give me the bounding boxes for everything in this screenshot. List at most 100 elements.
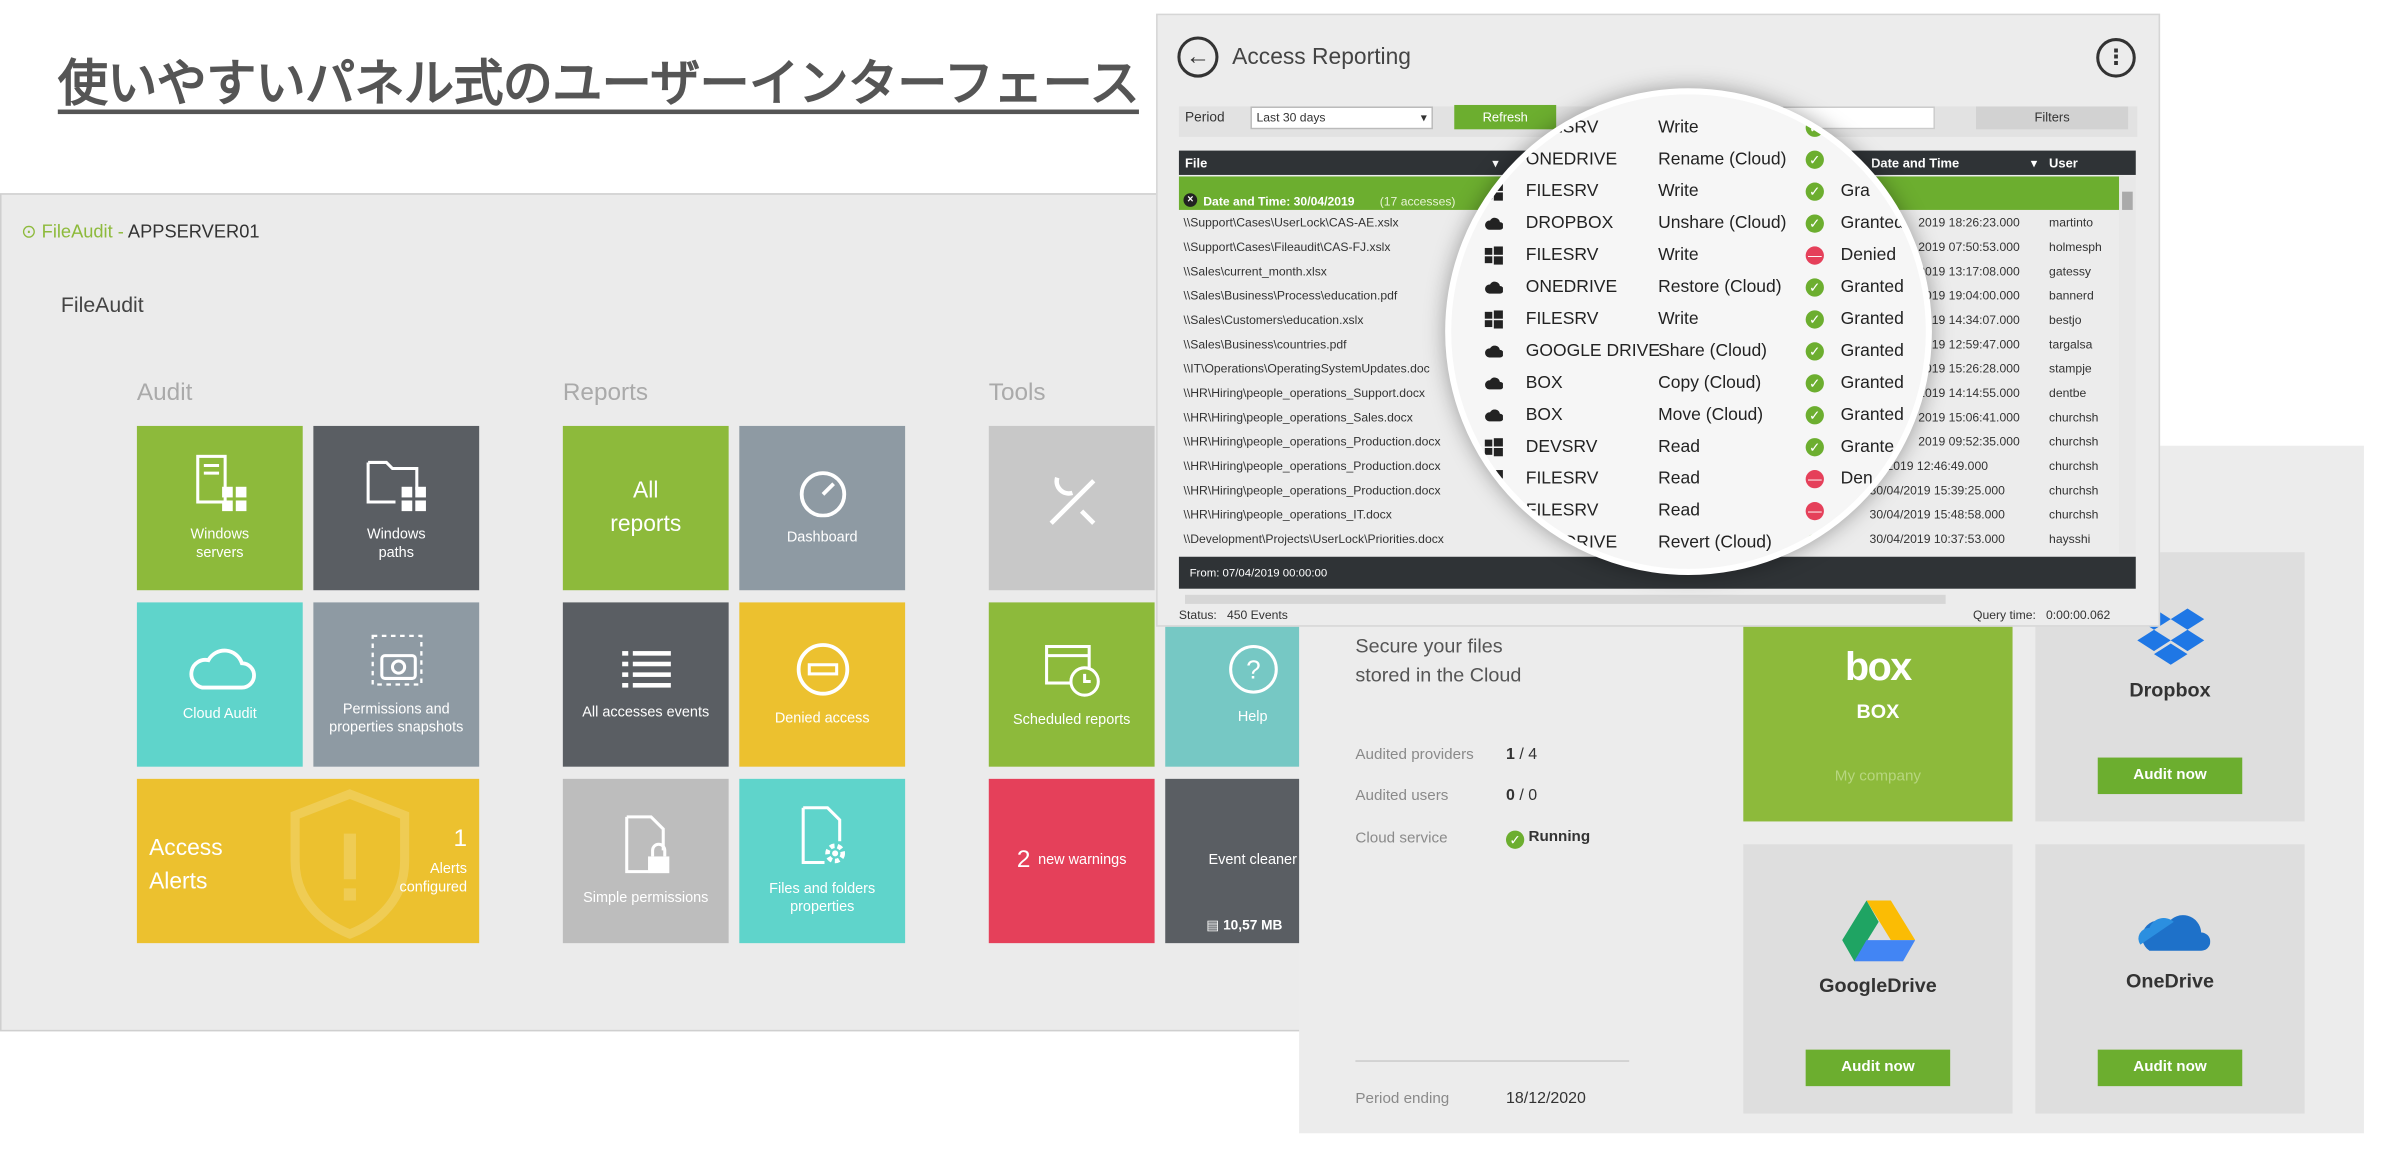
server-name: FILESRV — [1525, 501, 1599, 521]
providers-total: / 4 — [1514, 745, 1538, 764]
table-row[interactable]: \\HR\Hiring\people_operations_Support.do… — [1183, 386, 1425, 400]
tile-denied-access[interactable]: Denied access — [739, 602, 906, 767]
server-name: GOOGLE DRIVE — [1525, 342, 1660, 361]
granted-check-icon: ✓ — [1805, 342, 1824, 361]
more-options-icon[interactable]: ⋮ — [2096, 38, 2136, 78]
horizontal-scrollbar[interactable] — [1185, 594, 1946, 604]
magnified-row[interactable]: DROPBOX Unshare (Cloud) ✓ Granted — [1451, 210, 1926, 242]
table-row[interactable]: \\HR\Hiring\people_operations_Production… — [1183, 459, 1440, 473]
magnified-row[interactable]: FILESRV Write ✓ Gra — [1451, 178, 1926, 210]
filters-button[interactable]: Filters — [1976, 106, 2129, 130]
google-drive-icon — [1841, 900, 1915, 962]
table-row[interactable]: \\Sales\Customers\education.xslx — [1183, 313, 1363, 327]
access-status: Granted — [1840, 374, 1904, 393]
magnified-row[interactable]: FILESRV Write ✓ Granted — [1451, 306, 1926, 338]
file-path: \\HR\Hiring\people_operations_Sales.docx — [1183, 410, 1413, 425]
access-status: Grante — [1840, 438, 1895, 457]
granted-check-icon: ✓ — [1805, 278, 1824, 297]
table-row[interactable]: \\Support\Cases\Fileaudit\CAS-FJ.xslx — [1183, 240, 1390, 254]
tile-label: Files and folders properties — [769, 880, 876, 916]
tile-permissions-snapshots[interactable]: Permissions and properties snapshots — [313, 602, 480, 767]
tile-dashboard[interactable]: Dashboard — [739, 425, 906, 591]
tile-windows-paths[interactable]: Windows paths — [313, 425, 480, 591]
table-row[interactable]: \\HR\Hiring\people_operations_Sales.docx — [1183, 411, 1412, 425]
query-value: 0:00:00.062 — [2046, 608, 2111, 623]
period-select[interactable]: Last 30 days ▾ — [1250, 106, 1433, 130]
users-value: 0 — [1505, 786, 1515, 805]
magnified-row[interactable]: ONEDRIVE Revert (Cloud) ✓ — [1451, 529, 1926, 561]
dropbox-audit-button[interactable]: Audit now — [2097, 757, 2243, 795]
table-row[interactable]: \\Sales\Business\Process\education.pdf — [1183, 289, 1397, 303]
row-date: 2019 15:26:28.000 — [1918, 362, 2020, 376]
box-logo-icon: box — [1845, 643, 1912, 690]
table-row[interactable]: \\HR\Hiring\people_operations_Production… — [1183, 484, 1440, 498]
magnified-row[interactable]: BOX Copy (Cloud) ✓ Granted — [1451, 370, 1926, 402]
server-name: BOX — [1525, 374, 1563, 393]
row-date: 2019 18:26:23.000 — [1918, 216, 2020, 230]
tile-all-accesses[interactable]: All accesses events — [562, 602, 729, 767]
granted-check-icon: ✓ — [1805, 214, 1824, 233]
table-row[interactable]: \\Support\Cases\UserLock\CAS-AE.xslx — [1183, 216, 1398, 230]
magnified-row[interactable]: ONEDRIVE Restore (Cloud) ✓ Granted — [1451, 274, 1926, 306]
row-user: churchsh — [2049, 459, 2099, 474]
tile-windows-servers[interactable]: Windows servers — [136, 425, 303, 591]
tile-files-folders[interactable]: Files and folders properties — [739, 778, 906, 944]
access-status: Denied — [1840, 246, 1897, 265]
cleaner-size-value: 10,57 MB — [1223, 917, 1283, 933]
windows-icon — [1484, 533, 1503, 557]
magnified-row[interactable]: FILESRV Read — Den — [1451, 465, 1926, 497]
tile-tools[interactable] — [988, 425, 1155, 591]
magnified-row[interactable]: ONEDRIVE Rename (Cloud) ✓ — [1451, 146, 1926, 178]
magnified-row[interactable]: FILESRV Write ✓ — [1451, 114, 1926, 146]
file-path: \\HR\Hiring\people_operations_IT.docx — [1183, 508, 1392, 522]
table-row[interactable]: \\Sales\current_month.xlsx — [1183, 265, 1326, 279]
onedrive-audit-button[interactable]: Audit now — [2097, 1049, 2243, 1087]
section-reports: Reports — [562, 380, 649, 407]
table-row[interactable]: \\Development\Projects\UserLock\Prioriti… — [1183, 532, 1443, 546]
action-name: Write — [1658, 310, 1699, 329]
tile-scheduled-reports[interactable]: Scheduled reports — [988, 602, 1155, 767]
googledrive-audit-button[interactable]: Audit now — [1805, 1049, 1951, 1087]
server-name: FILESRV — [1525, 118, 1599, 137]
access-status: Granted — [1840, 406, 1904, 425]
tile-label: Denied access — [774, 710, 870, 728]
file-path: \\Support\Cases\UserLock\CAS-AE.xslx — [1183, 216, 1399, 230]
server-name: DROPBOX — [1525, 214, 1614, 233]
col-file[interactable]: File — [1185, 155, 1207, 170]
tile-new-warnings[interactable]: 2 new warnings — [988, 778, 1155, 944]
period-ending-label: Period ending — [1355, 1090, 1450, 1108]
tools-icon — [1048, 476, 1095, 525]
granted-check-icon: ✓ — [1805, 310, 1824, 329]
table-row[interactable]: \\Sales\Business\countries.pdf — [1183, 338, 1346, 352]
magnified-row[interactable]: FILESRV Read — — [1451, 497, 1926, 529]
magnified-row[interactable]: BOX Move (Cloud) ✓ Granted — [1451, 402, 1926, 434]
server-name: ONEDRIVE — [1525, 278, 1618, 297]
googledrive-tile[interactable]: GoogleDrive Audit now — [1743, 844, 2013, 1114]
col-user[interactable]: User — [2049, 155, 2078, 170]
collapse-icon[interactable]: × — [1183, 193, 1198, 207]
tile-access-alerts[interactable]: Access Alerts 1 Alerts configured — [136, 778, 480, 944]
row-date: 2019 09:52:35.000 — [1918, 435, 2020, 449]
row-date: 2019 14:34:07.000 — [1918, 313, 2020, 328]
onedrive-tile[interactable]: OneDrive Audit now — [2035, 844, 2305, 1114]
action-name: Rename (Cloud) — [1658, 150, 1787, 169]
table-row[interactable]: \\HR\Hiring\people_operations_Production… — [1183, 435, 1440, 449]
table-row[interactable]: \\HR\Hiring\people_operations_IT.docx — [1183, 508, 1391, 522]
row-date: 2019 13:17:08.000 — [1918, 264, 2020, 279]
windows-icon — [1484, 246, 1503, 269]
magnified-row[interactable]: GOOGLE DRIVE Share (Cloud) ✓ Granted — [1451, 338, 1926, 370]
denied-icon: — — [1805, 470, 1824, 489]
dashboard-gauge-icon — [799, 471, 846, 518]
tile-simple-permissions[interactable]: Simple permissions — [562, 778, 729, 944]
table-row[interactable]: \\IT\Operations\OperatingSystemUpdates.d… — [1183, 362, 1429, 376]
back-arrow-icon[interactable]: ← — [1177, 36, 1219, 78]
magnified-row[interactable]: DEVSRV Read ✓ Grante — [1451, 434, 1926, 466]
granted-check-icon: ✓ — [1805, 533, 1824, 553]
alerts-caption: Alerts configured — [399, 860, 468, 896]
tile-all-reports[interactable]: All reports — [562, 425, 729, 591]
access-status: Granted — [1840, 342, 1904, 361]
check-icon: ✓ — [1505, 830, 1525, 849]
magnified-row[interactable]: FILESRV Write — Denied — [1451, 242, 1926, 274]
vertical-scrollbar[interactable] — [2119, 176, 2136, 554]
tile-cloud-audit[interactable]: Cloud Audit — [136, 602, 303, 767]
